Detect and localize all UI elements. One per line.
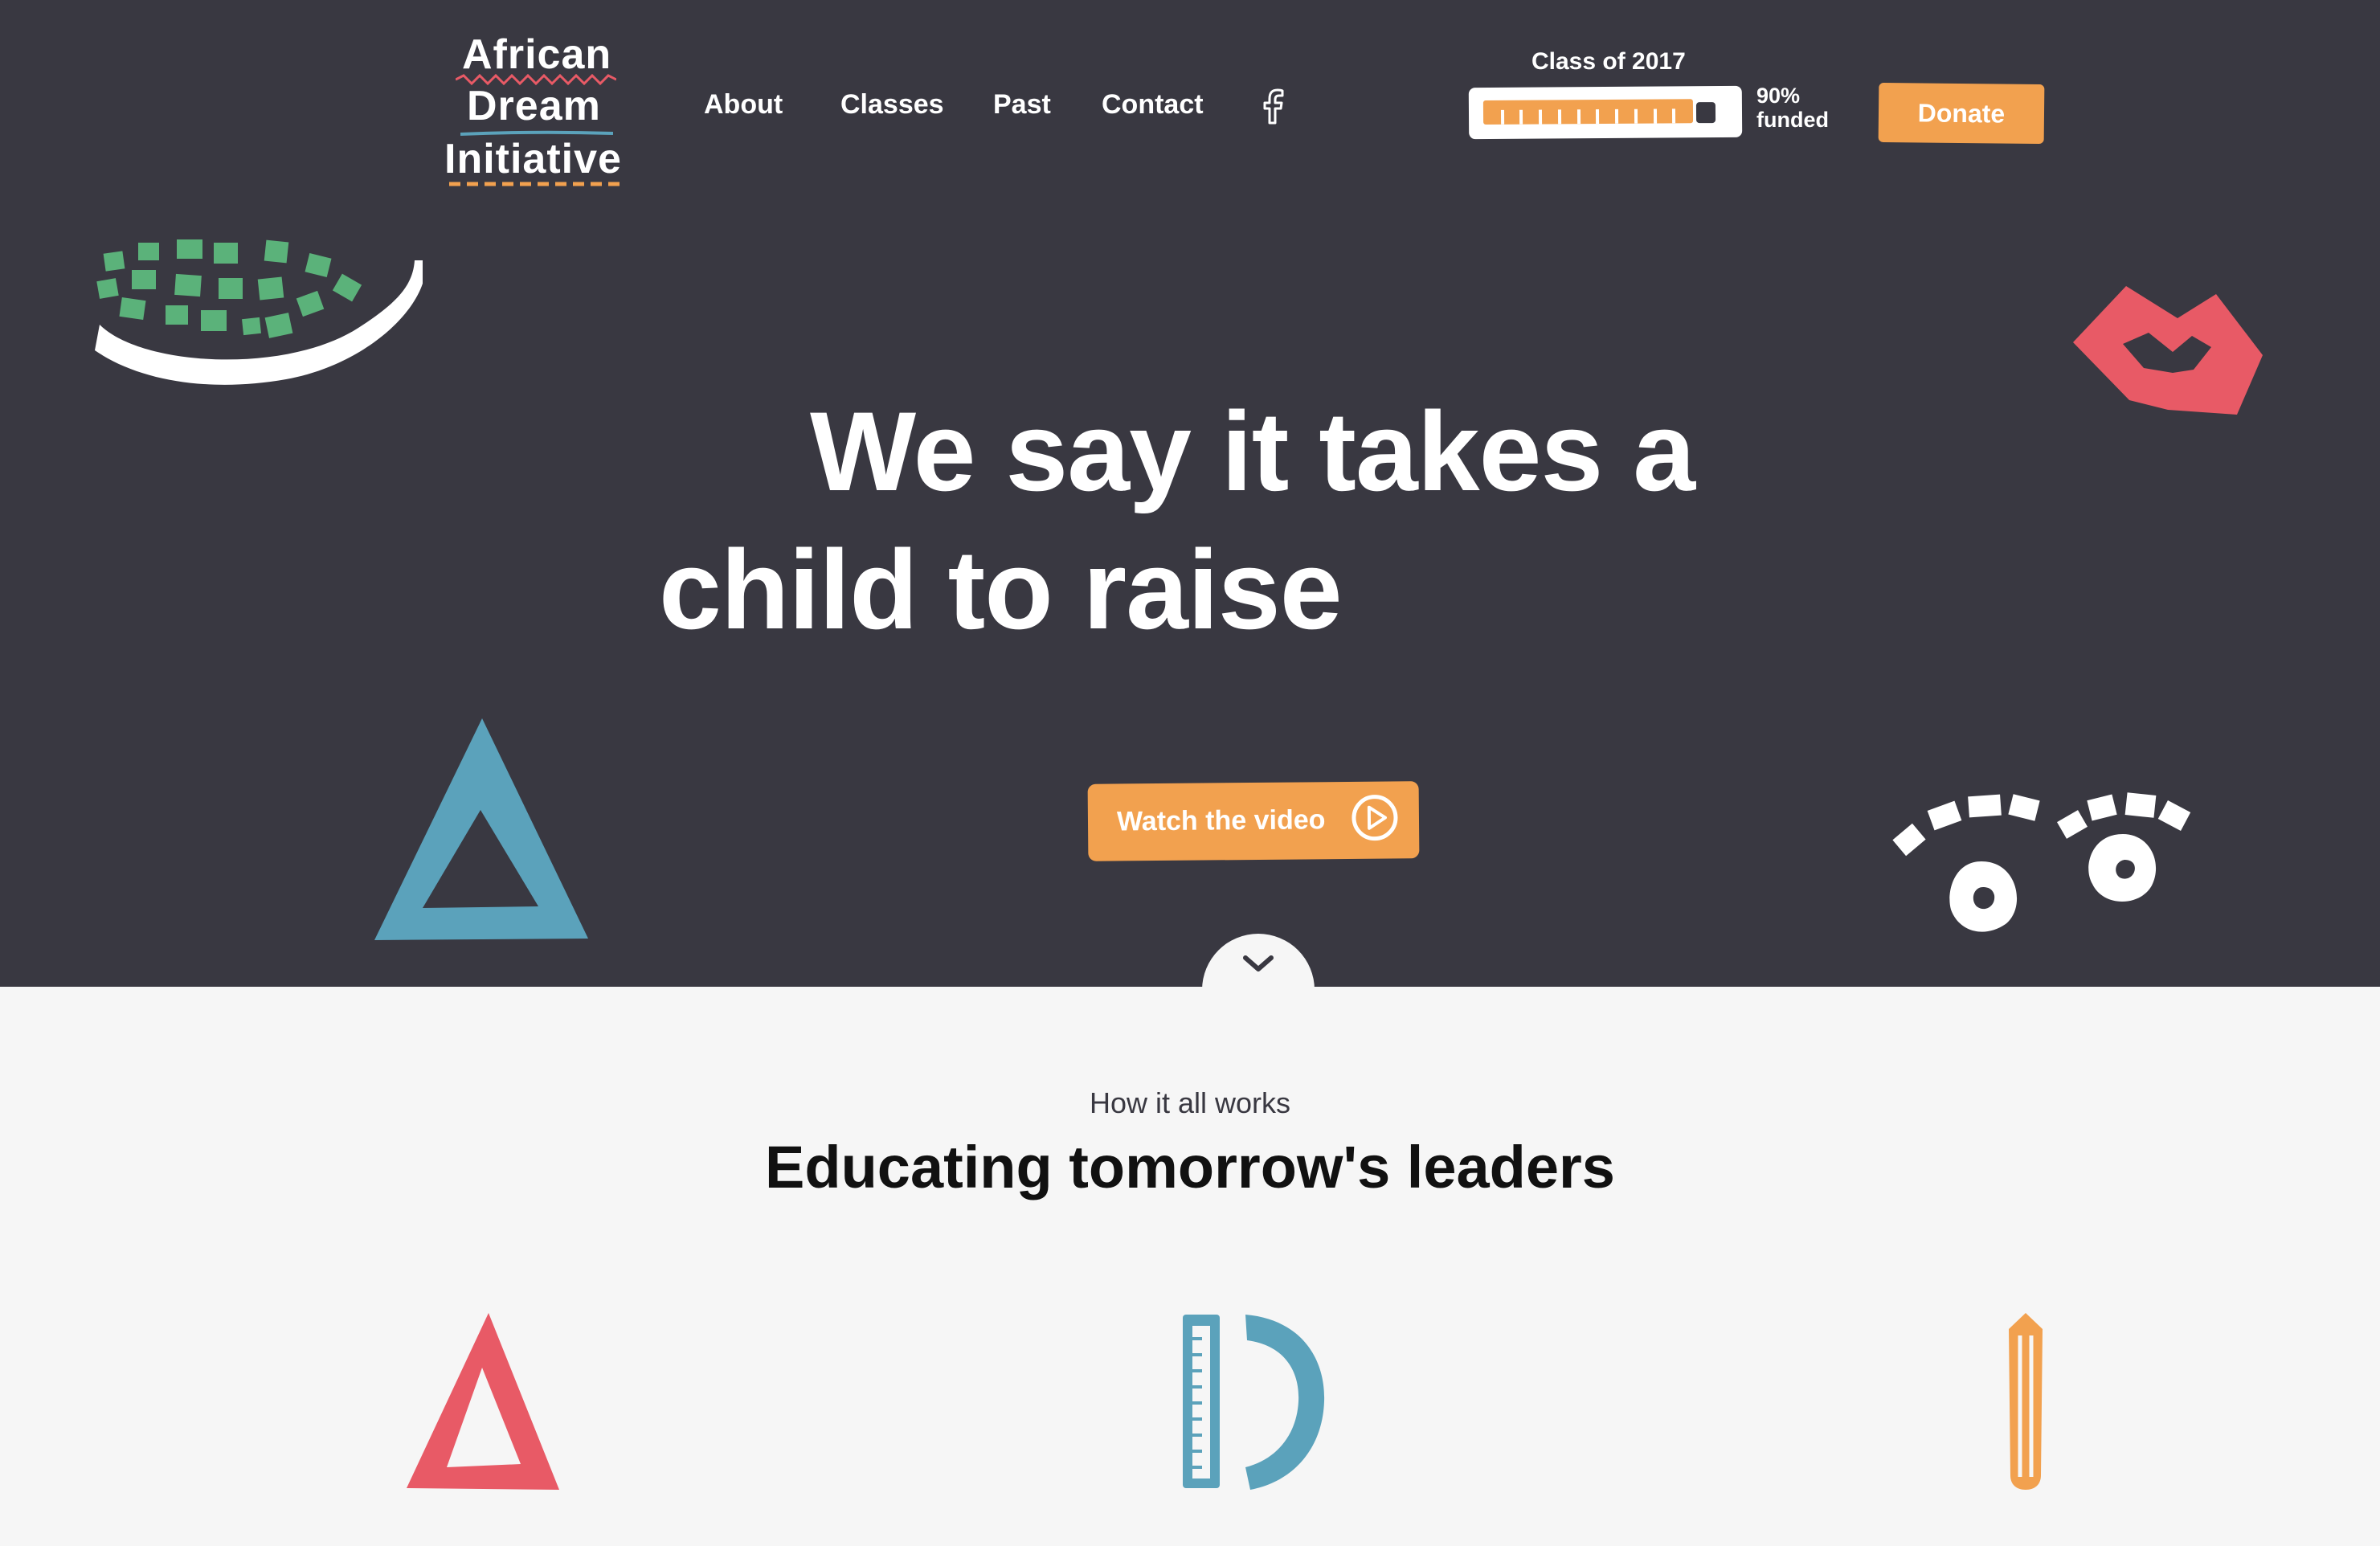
nav-about[interactable]: About: [704, 89, 783, 121]
funding-progress-ticks: [1500, 108, 1676, 125]
blue-triangle-icon: [374, 718, 588, 940]
funding-funded-label: funded: [1756, 108, 1829, 132]
chevron-down-icon: [1243, 955, 1274, 971]
green-squares-bowl-icon: [95, 239, 423, 385]
funding-title: Class of 2017: [1531, 48, 1686, 75]
nav-contact[interactable]: Contact: [1102, 89, 1204, 121]
ruler-protractor-icon: [1183, 1315, 1325, 1490]
funding-progress-cap: [1695, 102, 1716, 124]
nav-classes[interactable]: Classes: [840, 89, 944, 121]
funding-progress-bar: [1468, 85, 1743, 140]
funding-progress-tick: [1595, 109, 1600, 125]
funding-progress-tick: [1653, 108, 1658, 124]
funding-progress-tick: [1614, 108, 1619, 124]
hero-headline-line1: We say it takes a: [810, 388, 1695, 514]
red-lips-icon: [2073, 286, 2263, 415]
nav-past[interactable]: Past: [993, 89, 1051, 121]
hero-section: African Dream Initiative About Classes P…: [0, 0, 2380, 998]
orange-pencil-icon: [2009, 1313, 2043, 1490]
play-icon: [1352, 795, 1398, 841]
funding-progress-tick: [1538, 109, 1543, 125]
funding-progress-tick: [1576, 109, 1581, 125]
funding-percent: 90%: [1756, 84, 1801, 108]
funding-percent-text: 90% funded: [1756, 84, 1829, 132]
logo-line-initiative: Initiative: [444, 136, 622, 182]
logo-line-african: African: [462, 31, 612, 78]
funding-progress-tick: [1634, 108, 1638, 124]
donate-button[interactable]: Donate: [1878, 82, 2045, 145]
funding-progress-tick: [1519, 109, 1523, 125]
funding-progress-tick: [1671, 108, 1676, 124]
watch-video-button[interactable]: Watch the video: [1087, 781, 1420, 861]
hero-headline-line2: child to raise: [659, 526, 1343, 652]
section-title: Educating tomorrow's leaders: [765, 1134, 1615, 1200]
logo[interactable]: African Dream Initiative: [438, 27, 631, 196]
watch-video-label: Watch the video: [1116, 804, 1326, 837]
facebook-icon[interactable]: [1260, 87, 1287, 125]
section-eyebrow: How it all works: [1089, 1086, 1291, 1119]
funding-progress-tick: [1500, 109, 1505, 125]
red-triangle-icon: [407, 1313, 559, 1490]
logo-line-dream: Dream: [467, 83, 601, 129]
funding-progress-tick: [1557, 109, 1562, 125]
eyes-icon: [1892, 792, 2191, 932]
logo-dashed-underline: [449, 182, 621, 186]
